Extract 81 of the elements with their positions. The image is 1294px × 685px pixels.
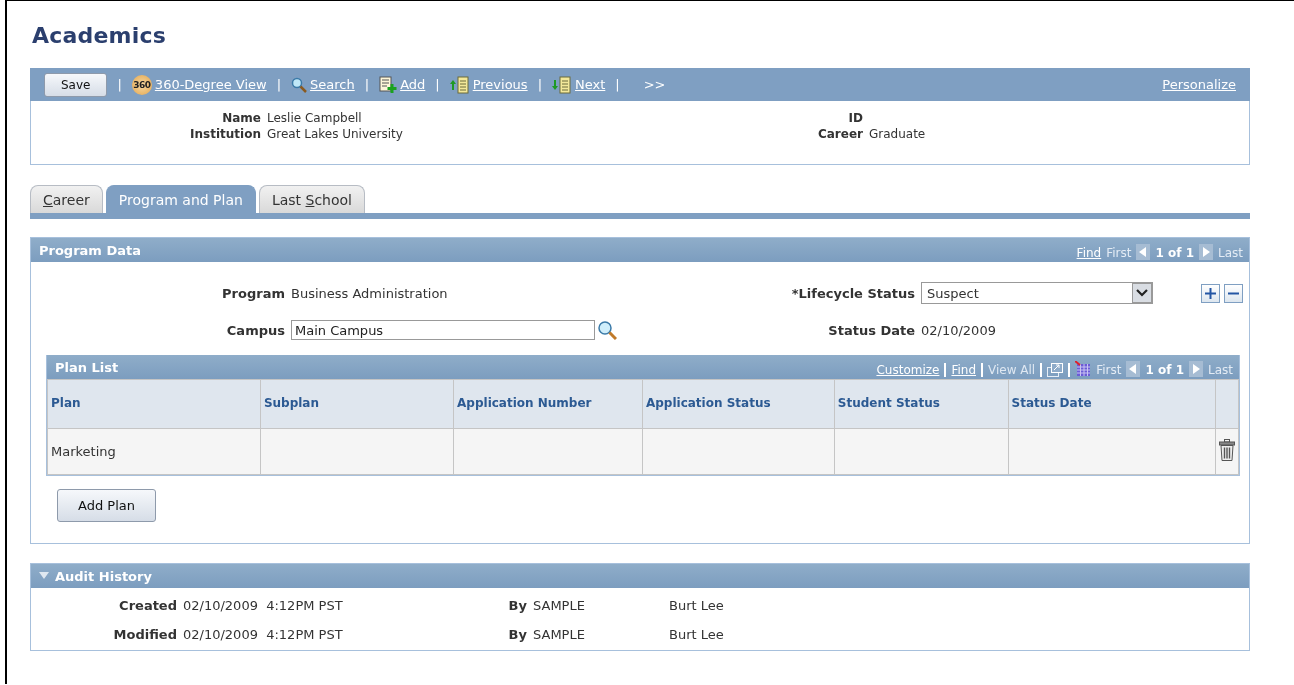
column-header: Plan: [47, 379, 261, 429]
separator: |: [276, 77, 282, 92]
up-arrow-list-icon: [449, 75, 470, 94]
separator: |: [537, 77, 543, 92]
plus-icon: [1205, 287, 1216, 299]
user-id: SAMPLE: [533, 627, 586, 642]
page-count: 1 of 1: [1155, 246, 1194, 260]
timestamp: 02/10/2009 4:12PM PST: [183, 627, 344, 642]
field-value: Business Administration: [291, 285, 449, 301]
table-cell: Marketing: [51, 444, 116, 459]
column-header: Student Status: [834, 379, 1008, 429]
tab[interactable]: Last School: [258, 185, 365, 213]
separator: |: [615, 77, 620, 92]
field-label: Career: [816, 127, 863, 141]
left-triangle-icon: [1139, 247, 1148, 257]
field-label: By: [507, 598, 527, 613]
page-count: 1 of 1: [1145, 363, 1184, 377]
badge-icon: 360: [131, 74, 152, 95]
field-label: Campus: [225, 322, 286, 338]
column-header: Subplan: [260, 379, 454, 429]
field-value: Graduate: [869, 127, 927, 141]
add-row-button[interactable]: [1201, 283, 1220, 303]
field-value: Great Lakes University: [267, 127, 404, 141]
separator: |: [435, 77, 440, 92]
tab[interactable]: Program and Plan: [105, 185, 256, 213]
right-triangle-icon: [1192, 364, 1200, 374]
field-value: Leslie Campbell: [267, 111, 363, 125]
timestamp: 02/10/2009 4:12PM PST: [183, 598, 344, 613]
nav-link[interactable]: Customize: [876, 363, 940, 377]
column-header: Application Status: [642, 379, 835, 429]
down-arrow-list-icon: [552, 75, 573, 94]
lifecycle-status-dropdown[interactable]: Suspect: [921, 282, 1153, 304]
left-triangle-icon: [1129, 364, 1138, 374]
trash-icon[interactable]: [1219, 439, 1235, 461]
search-icon[interactable]: [597, 320, 617, 340]
toolbar-link[interactable]: Next: [575, 77, 606, 92]
nav-label: First: [1096, 363, 1122, 377]
search-icon: [291, 76, 308, 93]
more-link[interactable]: >>: [643, 77, 666, 92]
field-label: Modified: [112, 627, 177, 642]
nav-label: First: [1106, 246, 1132, 260]
field-label: ID: [847, 111, 863, 125]
field-label: By: [507, 627, 527, 642]
separator: |: [364, 77, 370, 92]
field-label: Program: [221, 285, 286, 301]
separator: |: [117, 77, 122, 92]
save-button[interactable]: Save: [44, 72, 108, 97]
campus-input[interactable]: Main Campus: [291, 320, 595, 340]
add-document-icon: [379, 75, 398, 94]
field-label: Institution: [189, 127, 261, 141]
add-plan-button[interactable]: Add Plan: [57, 489, 156, 522]
field-label: *Lifecycle Status: [790, 285, 916, 301]
field-label: Created: [118, 598, 177, 613]
toolbar-link[interactable]: Search: [310, 77, 355, 92]
nav-label: Last: [1218, 246, 1243, 260]
column-header: Application Number: [453, 379, 643, 429]
grid-title: Plan List: [55, 359, 119, 375]
section-title: Program Data: [39, 242, 141, 258]
nav-link[interactable]: Find: [951, 363, 977, 377]
popout-icon[interactable]: [1047, 363, 1064, 377]
personalize-link[interactable]: Personalize: [1162, 77, 1236, 92]
delete-row-button[interactable]: [1224, 283, 1243, 303]
section-title: Audit History: [55, 568, 152, 584]
field-value: 02/10/2009: [921, 322, 996, 338]
nav-label: Last: [1208, 363, 1233, 377]
user-id: SAMPLE: [533, 598, 586, 613]
right-triangle-icon: [1202, 247, 1210, 257]
tab[interactable]: Career: [30, 185, 103, 213]
field-label: Name: [221, 111, 261, 125]
field-label: Status Date: [827, 322, 916, 338]
toolbar-link[interactable]: Add: [400, 77, 426, 92]
collapse-triangle-icon[interactable]: [39, 572, 49, 580]
page-title: Academics: [32, 23, 167, 48]
nav-link[interactable]: Find: [1076, 246, 1102, 260]
dropdown-caret-icon: [1132, 283, 1152, 303]
user-name: Burt Lee: [668, 598, 725, 613]
toolbar-link[interactable]: 360-Degree View: [154, 77, 267, 92]
toolbar-link[interactable]: Previous: [472, 77, 528, 92]
user-name: Burt Lee: [668, 627, 725, 642]
column-header: Status Date: [1008, 379, 1216, 429]
grid-icon[interactable]: [1075, 361, 1092, 377]
